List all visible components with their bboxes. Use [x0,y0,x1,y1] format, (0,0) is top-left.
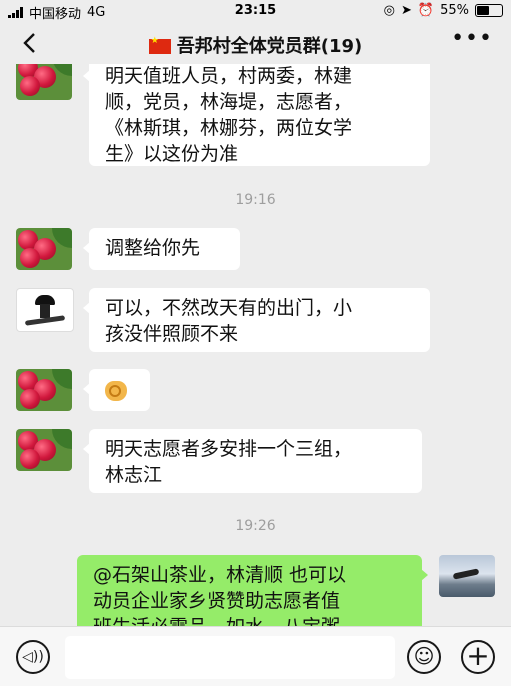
message-line: 明天值班人员，村两委，林建 [105,65,353,87]
china-flag-icon [148,36,171,54]
raspberry-avatar[interactable] [16,429,72,471]
message-line: @石架山茶业，林清顺 也可以 [93,564,347,586]
emoji-icon[interactable]: ☺ [407,640,441,674]
chat-title-text: 吾邦村全体党员群(19) [176,36,363,57]
raspberry-avatar[interactable] [16,228,72,270]
mushroom-avatar[interactable] [16,288,74,332]
photo-avatar[interactable] [439,555,495,597]
message-line: 顺，党员，林海堤，志愿者， [105,91,353,113]
alarm-icon: ⏰ [417,3,435,18]
message-line: 调整给你先 [105,237,201,259]
raspberry-avatar[interactable] [16,369,72,411]
chat-title: 吾邦村全体党员群(19) [0,32,511,58]
message-bubble[interactable]: 可以，不然改天有的出门，小 孩没伴照顾不来 [83,288,430,352]
message-line: 林志江 [105,464,163,486]
message-bubble[interactable]: 明天志愿者多安排一个三组， 林志江 [83,429,422,493]
chat-header: 吾邦村全体党员群(19) ••• [0,22,511,64]
status-right: ◎ ➤ ⏰ 55% [384,3,503,18]
status-bar: 中国移动 4G 23:15 ◎ ➤ ⏰ 55% [0,0,511,22]
message-bubble[interactable] [83,369,150,411]
more-dots-icon[interactable]: ••• [451,26,493,51]
message-line: 孩没伴照顾不来 [105,323,239,345]
message-line: 《林斯琪，林娜芬，两位女学 [105,117,353,139]
message-input[interactable] [65,636,395,679]
input-bar: ◁)) ☺ + [0,626,511,686]
battery-percent: 55% [440,3,469,18]
message-bubble[interactable]: 调整给你先 [83,228,240,270]
message-line: 明天志愿者多安排一个三组， [105,438,353,460]
voice-icon[interactable]: ◁)) [16,640,50,674]
location-icon: ➤ [401,3,412,18]
plus-icon[interactable]: + [461,640,495,674]
message-line: 可以，不然改天有的出门，小 [105,297,353,319]
battery-icon [475,4,503,17]
message-list[interactable]: 明天值班人员，村两委，林建 顺，党员，林海堤，志愿者， 《林斯琪，林娜芬，两位女… [0,64,511,626]
raspberry-avatar[interactable] [16,64,72,100]
ok-hand-emoji [105,381,127,401]
message-line: 班生活必需品，如水，八宝粥 [93,614,408,626]
timestamp: 19:16 [235,192,276,208]
timestamp: 19:26 [235,518,276,534]
orientation-lock-icon: ◎ [383,3,395,18]
my-message-bubble[interactable]: @石架山茶业，林清顺 也可以 动员企业家乡贤赞助志愿者值 班生活必需品，如水，八… [77,555,428,626]
message-bubble[interactable]: 明天值班人员，村两委，林建 顺，党员，林海堤，志愿者， 《林斯琪，林娜芬，两位女… [83,64,430,166]
message-line: 动员企业家乡贤赞助志愿者值 [93,590,341,612]
message-line: 生》以这份为准 [105,143,239,165]
